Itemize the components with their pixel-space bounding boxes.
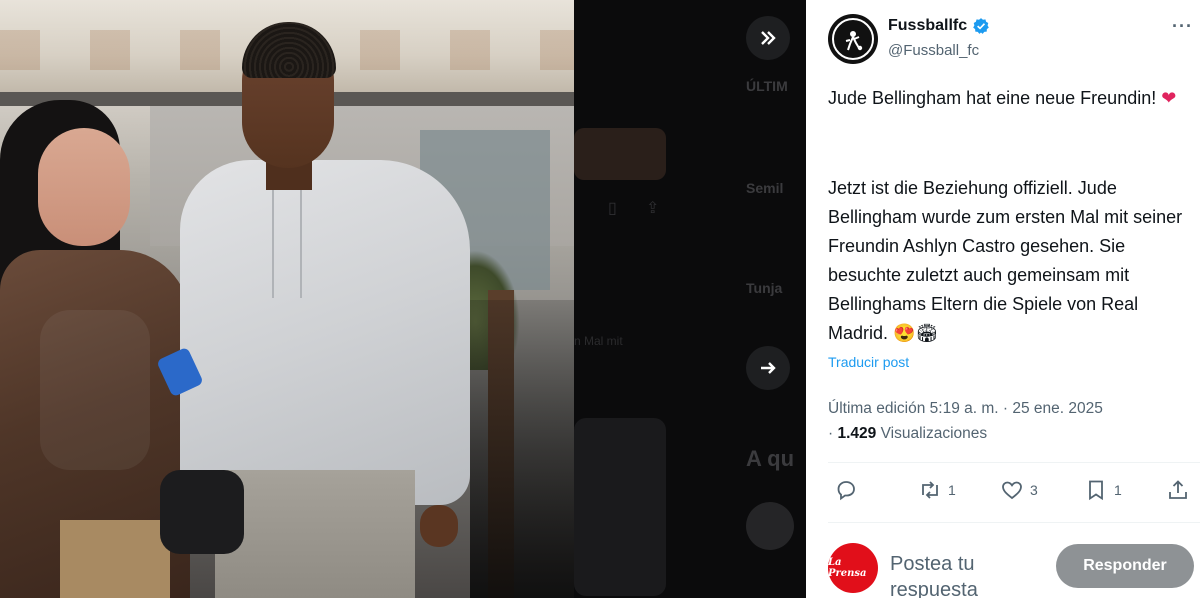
- backdrop-text-2: Semil: [746, 180, 784, 196]
- edited-timestamp[interactable]: Última edición 5:19 a. m. · 25 ene. 2025: [828, 396, 1103, 421]
- expand-panel-button[interactable]: [746, 16, 790, 60]
- tweet-actions: 1 3 1: [828, 478, 1188, 508]
- retweet-button[interactable]: 1: [918, 478, 956, 502]
- author-avatar[interactable]: [828, 14, 878, 64]
- bookmark-count: 1: [1114, 482, 1122, 498]
- club-crest-icon: [832, 18, 874, 60]
- heart-eyes-stadium-emoji: 😍🏟: [893, 323, 939, 343]
- reply-submit-button[interactable]: Responder: [1056, 544, 1194, 588]
- man-pants: [215, 470, 415, 598]
- next-button[interactable]: [746, 346, 790, 390]
- author-handle[interactable]: @Fussball_fc: [888, 42, 979, 59]
- views-label: Visualizaciones: [880, 425, 988, 442]
- views-prefix: ·: [828, 425, 834, 442]
- backdrop-heading: A qu: [746, 446, 795, 471]
- verified-badge-icon: [973, 18, 989, 34]
- backdrop-thumbnail-2: [574, 418, 666, 596]
- dimmed-page-backdrop[interactable]: ÚLTIM Semil ▯ ⇪ Tunja n Mal mit A qu: [574, 0, 806, 598]
- tweet-paragraph-1: Jude Bellingham hat eine neue Freundin! …: [828, 84, 1188, 113]
- backdrop-text-3: Tunja: [746, 280, 783, 296]
- share-icon: [1169, 480, 1187, 499]
- like-button[interactable]: 3: [1000, 478, 1038, 502]
- current-user-avatar[interactable]: La Prensa: [828, 543, 878, 593]
- double-chevron-right-icon: [761, 31, 776, 45]
- backdrop-text-4: n Mal mit: [574, 334, 623, 348]
- man-hand: [420, 505, 458, 547]
- bookmark-icon: [1089, 480, 1103, 501]
- backdrop-text-1: ÚLTIM: [746, 78, 788, 94]
- like-count: 3: [1030, 482, 1038, 498]
- arrow-right-icon: [761, 362, 776, 374]
- tweet-meta: Última edición 5:19 a. m. · 25 ene. 2025…: [828, 396, 1103, 446]
- woman-face: [38, 128, 130, 246]
- author-name[interactable]: Fussballfc: [888, 17, 967, 35]
- reply-button[interactable]: [834, 478, 864, 502]
- tweet-paragraph-2: Jetzt ist die Beziehung offiziell. Jude …: [828, 174, 1188, 348]
- author-name-row[interactable]: Fussballfc: [888, 17, 990, 35]
- tweet-photo[interactable]: [0, 0, 574, 598]
- reply-input[interactable]: Postea tu respuesta: [890, 551, 1040, 598]
- views-count: 1.429: [837, 425, 877, 442]
- heart-icon: [1002, 481, 1022, 500]
- tweet-paragraph-1-text: Jude Bellingham hat eine neue Freundin!: [828, 88, 1162, 108]
- translate-post-link[interactable]: Traducir post: [828, 354, 909, 370]
- divider-bottom: [828, 522, 1200, 523]
- bookmark-button[interactable]: 1: [1084, 478, 1122, 502]
- tweet-panel: Fussballfc @Fussball_fc ··· Jude Belling…: [806, 0, 1200, 598]
- backdrop-avatar: [746, 502, 794, 550]
- share-button[interactable]: [1166, 478, 1190, 502]
- backdrop-share-icon: ⇪: [646, 200, 660, 217]
- retweet-count: 1: [948, 482, 956, 498]
- retweet-icon: [922, 481, 938, 499]
- man-sweater-placket: [272, 188, 302, 298]
- photo-shadow: [470, 300, 574, 598]
- backdrop-thumbnail-1: [574, 128, 666, 180]
- backdrop-bookmark-icon: ▯: [608, 200, 617, 217]
- man-sweater: [180, 160, 470, 505]
- tweet-paragraph-2-text: Jetzt ist die Beziehung offiziell. Jude …: [828, 178, 1183, 343]
- divider-top: [828, 462, 1200, 463]
- reply-icon: [837, 481, 855, 501]
- woman-pants: [60, 520, 170, 598]
- more-options-button[interactable]: ···: [1172, 16, 1193, 37]
- red-heart-emoji: ❤: [1161, 88, 1177, 108]
- black-bag: [160, 470, 244, 554]
- views-row: · 1.429 Visualizaciones: [828, 421, 1103, 446]
